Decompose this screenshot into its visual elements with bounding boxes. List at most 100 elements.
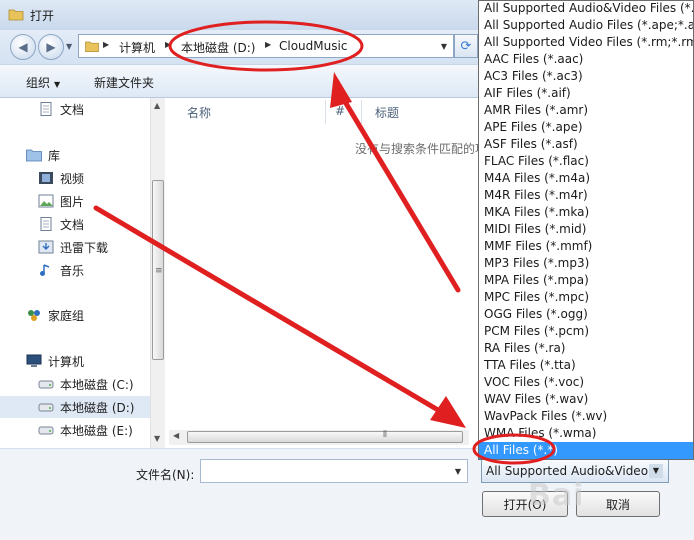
refresh-button[interactable]: ⟳ bbox=[454, 34, 478, 58]
filetype-option[interactable]: AMR Files (*.amr) bbox=[479, 102, 693, 119]
new-folder-button[interactable]: 新建文件夹 bbox=[94, 74, 154, 91]
chevron-down-icon: ▼ bbox=[54, 80, 61, 89]
organize-label: 组织 bbox=[26, 76, 51, 90]
sidebar-item-label: 库 bbox=[48, 148, 61, 163]
column-header-name[interactable]: 名称 bbox=[187, 104, 211, 121]
sidebar-item-thunder-downloads[interactable]: 迅雷下载 bbox=[0, 236, 150, 258]
filetype-option[interactable]: AC3 Files (*.ac3) bbox=[479, 68, 693, 85]
folder-icon bbox=[8, 9, 24, 21]
filetype-option[interactable]: M4R Files (*.m4r) bbox=[479, 187, 693, 204]
sidebar-item-label: 图片 bbox=[60, 194, 85, 209]
chevron-down-icon[interactable]: ▼ bbox=[455, 467, 461, 476]
filetype-option[interactable]: MPA Files (*.mpa) bbox=[479, 272, 693, 289]
filetype-option[interactable]: TTA Files (*.tta) bbox=[479, 357, 693, 374]
sidebar-item-music[interactable]: 音乐 bbox=[0, 259, 150, 281]
sidebar-item-label: 计算机 bbox=[48, 354, 85, 369]
filetype-option[interactable]: AIF Files (*.aif) bbox=[479, 85, 693, 102]
filetype-option[interactable]: MPC Files (*.mpc) bbox=[479, 289, 693, 306]
drive-icon bbox=[38, 426, 54, 435]
forward-button[interactable]: ▶ bbox=[38, 34, 64, 60]
sidebar-item-pictures[interactable]: 图片 bbox=[0, 190, 150, 212]
column-divider bbox=[361, 100, 362, 124]
chevron-down-icon[interactable]: ▼ bbox=[441, 42, 447, 51]
sidebar-item-drive-c[interactable]: 本地磁盘 (C:) bbox=[0, 373, 150, 395]
back-arrow-icon: ◀ bbox=[18, 40, 28, 54]
breadcrumb-computer[interactable]: 计算机 bbox=[119, 39, 155, 56]
document-icon bbox=[40, 102, 52, 116]
chevron-right-icon: ▶ bbox=[165, 40, 172, 49]
grip-icon: ≡ bbox=[155, 266, 163, 276]
filetype-option[interactable]: MKA Files (*.mka) bbox=[479, 204, 693, 221]
scroll-left-arrow-icon[interactable]: ◀ bbox=[173, 431, 179, 440]
sidebar-item-drive-d[interactable]: 本地磁盘 (D:) bbox=[0, 396, 150, 418]
sidebar-item-homegroup[interactable]: 家庭组 bbox=[0, 304, 150, 326]
column-header-title[interactable]: 标题 bbox=[375, 104, 399, 121]
sidebar-item-label: 本地磁盘 (D:) bbox=[60, 400, 135, 415]
filetype-option[interactable]: VOC Files (*.voc) bbox=[479, 374, 693, 391]
sidebar-scrollbar[interactable]: ▲ ≡ ▼ bbox=[150, 98, 165, 448]
picture-icon bbox=[38, 194, 54, 208]
sidebar-item-label: 文档 bbox=[60, 217, 85, 232]
filetype-option[interactable]: APE Files (*.ape) bbox=[479, 119, 693, 136]
filetype-option[interactable]: All Supported Audio&Video Files (*.a bbox=[479, 1, 693, 17]
column-header-number[interactable]: # bbox=[335, 104, 345, 118]
organize-menu[interactable]: 组织 ▼ bbox=[26, 74, 60, 91]
refresh-icon: ⟳ bbox=[460, 38, 472, 54]
sidebar-item-drive-e[interactable]: 本地磁盘 (E:) bbox=[0, 419, 150, 441]
filetype-option[interactable]: WMA Files (*.wma) bbox=[479, 425, 693, 442]
scroll-down-arrow-icon[interactable]: ▼ bbox=[154, 434, 160, 443]
breadcrumb-cloudmusic[interactable]: CloudMusic bbox=[279, 39, 347, 53]
scroll-up-arrow-icon[interactable]: ▲ bbox=[154, 101, 160, 110]
sidebar-item-documents[interactable]: 文档 bbox=[0, 213, 150, 235]
sidebar-item-label: 本地磁盘 (C:) bbox=[60, 377, 134, 392]
download-icon bbox=[38, 240, 54, 254]
filetype-option[interactable]: WavPack Files (*.wv) bbox=[479, 408, 693, 425]
navigation-pane: 文档 库 视频 图片 文档 迅雷下载 音乐 家庭组 计算机 本地磁盘 (C:) … bbox=[0, 98, 165, 448]
sidebar-item-label: 迅雷下载 bbox=[60, 240, 109, 255]
window-title: 打开 bbox=[30, 9, 55, 23]
video-icon bbox=[39, 172, 53, 184]
recent-locations-dropdown[interactable]: ▼ bbox=[66, 42, 72, 51]
sidebar-item-libraries[interactable]: 库 bbox=[0, 144, 150, 166]
filetype-option[interactable]: WAV Files (*.wav) bbox=[479, 391, 693, 408]
filetype-option[interactable]: MIDI Files (*.mid) bbox=[479, 221, 693, 238]
filetype-option[interactable]: PCM Files (*.pcm) bbox=[479, 323, 693, 340]
cancel-button[interactable]: 取消 bbox=[576, 491, 660, 517]
filetype-option[interactable]: ASF Files (*.asf) bbox=[479, 136, 693, 153]
open-file-dialog: 打开 ◀ ▶ ▼ ▶ 计算机 ▶ 本地磁盘 (D:) ▶ CloudMusic … bbox=[0, 0, 694, 540]
drive-icon bbox=[38, 403, 54, 412]
library-icon bbox=[26, 149, 42, 162]
filetype-option[interactable]: All Supported Video Files (*.rm;*.rmv bbox=[479, 34, 693, 51]
chevron-right-icon: ▶ bbox=[103, 40, 110, 49]
sidebar-item-computer[interactable]: 计算机 bbox=[0, 350, 150, 372]
document-icon bbox=[40, 217, 52, 231]
breadcrumb-drive-d[interactable]: 本地磁盘 (D:) bbox=[181, 39, 255, 56]
forward-arrow-icon: ▶ bbox=[46, 40, 56, 54]
sidebar-item-videos[interactable]: 视频 bbox=[0, 167, 150, 189]
back-button[interactable]: ◀ bbox=[10, 34, 36, 60]
filetype-option[interactable]: AAC Files (*.aac) bbox=[479, 51, 693, 68]
sidebar-item-label: 音乐 bbox=[60, 263, 85, 278]
sidebar-item-documents-top[interactable]: 文档 bbox=[0, 98, 150, 120]
sidebar-item-label: 视频 bbox=[60, 171, 85, 186]
filename-input[interactable]: ▼ bbox=[200, 459, 468, 483]
filetype-option[interactable]: MP3 Files (*.mp3) bbox=[479, 255, 693, 272]
grip-icon: ⦀ bbox=[383, 430, 387, 440]
horizontal-scrollbar[interactable]: ◀ ⦀ bbox=[169, 430, 469, 445]
filetype-dropdown-list: All Supported Audio&Video Files (*.a All … bbox=[478, 0, 694, 460]
chevron-right-icon: ▶ bbox=[265, 40, 272, 49]
filetype-option[interactable]: OGG Files (*.ogg) bbox=[479, 306, 693, 323]
filetype-option[interactable]: RA Files (*.ra) bbox=[479, 340, 693, 357]
filetype-option[interactable]: FLAC Files (*.flac) bbox=[479, 153, 693, 170]
filetype-option[interactable]: All Supported Audio Files (*.ape;*.am bbox=[479, 17, 693, 34]
chevron-down-icon[interactable]: ▼ bbox=[649, 464, 663, 478]
filetype-option[interactable]: All Files (*.*) bbox=[479, 442, 693, 459]
filetype-option[interactable]: M4A Files (*.m4a) bbox=[479, 170, 693, 187]
drive-icon bbox=[38, 380, 54, 389]
folder-icon bbox=[85, 41, 99, 52]
filetype-option[interactable]: MMF Files (*.mmf) bbox=[479, 238, 693, 255]
music-icon bbox=[40, 264, 50, 276]
address-bar[interactable]: ▶ 计算机 ▶ 本地磁盘 (D:) ▶ CloudMusic ▼ bbox=[78, 34, 454, 58]
sidebar-item-label: 本地磁盘 (E:) bbox=[60, 423, 133, 438]
scrollbar-thumb[interactable] bbox=[187, 431, 463, 443]
